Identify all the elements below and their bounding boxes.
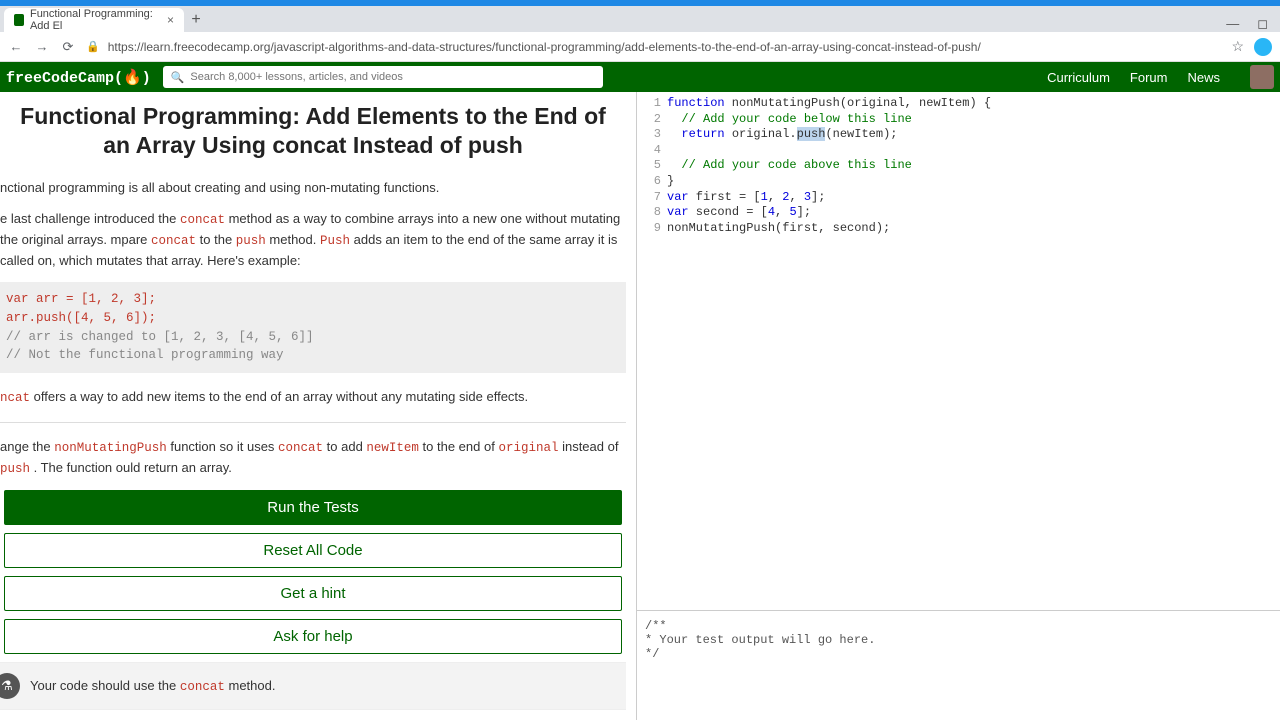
nav-forum[interactable]: Forum xyxy=(1130,70,1168,85)
new-tab-button[interactable]: + xyxy=(184,8,208,32)
search-input[interactable] xyxy=(190,71,594,83)
page-title: Functional Programming: Add Elements to … xyxy=(0,102,626,172)
window-controls: — ◻ xyxy=(1226,16,1280,32)
test-list: ⚗Your code should use the concat method.… xyxy=(0,662,626,720)
tab-favicon xyxy=(14,14,24,26)
ask-help-button[interactable]: Ask for help xyxy=(4,619,622,654)
lesson-panel: Functional Programming: Add Elements to … xyxy=(0,92,636,720)
code-example: var arr = [1, 2, 3]; arr.push([4, 5, 6])… xyxy=(0,282,626,373)
nav-curriculum[interactable]: Curriculum xyxy=(1047,70,1110,85)
browser-tabbar: Functional Programming: Add El × + — ◻ xyxy=(0,6,1280,32)
tab-title: Functional Programming: Add El xyxy=(30,8,161,32)
url-box[interactable]: 🔒 https://learn.freecodecamp.org/javascr… xyxy=(86,40,1221,54)
minimize-icon[interactable]: — xyxy=(1226,16,1239,32)
flask-icon: ⚗ xyxy=(0,673,20,699)
reload-icon[interactable]: ⟳ xyxy=(60,39,76,55)
site-search[interactable]: 🔍 xyxy=(163,66,603,88)
run-tests-button[interactable]: Run the Tests xyxy=(4,490,622,525)
test-item: ⚗Your code should use the concat method. xyxy=(0,662,626,709)
lesson-paragraph: nctional programming is all about creati… xyxy=(0,178,626,198)
reset-code-button[interactable]: Reset All Code xyxy=(4,533,622,568)
line-gutter: 123456789 xyxy=(637,96,667,610)
test-item: ⚗Your code should not use the push metho… xyxy=(0,709,626,720)
site-header: freeCodeCamp(🔥) 🔍 Curriculum Forum News xyxy=(0,62,1280,92)
lesson-paragraph: e last challenge introduced the concat m… xyxy=(0,209,626,270)
bookmark-star-icon[interactable]: ☆ xyxy=(1231,38,1244,55)
profile-icon[interactable] xyxy=(1254,38,1272,56)
lesson-paragraph: ncat offers a way to add new items to th… xyxy=(0,387,626,408)
nav-news[interactable]: News xyxy=(1187,70,1220,85)
browser-tab[interactable]: Functional Programming: Add El × xyxy=(4,8,184,32)
lock-icon: 🔒 xyxy=(86,40,100,53)
search-icon: 🔍 xyxy=(171,71,185,84)
code-editor[interactable]: 123456789 function nonMutatingPush(origi… xyxy=(637,92,1280,610)
address-bar: ← → ⟳ 🔒 https://learn.freecodecamp.org/j… xyxy=(0,32,1280,62)
back-icon[interactable]: ← xyxy=(8,39,24,55)
forward-icon[interactable]: → xyxy=(34,39,50,55)
avatar[interactable] xyxy=(1250,65,1274,89)
url-text: https://learn.freecodecamp.org/javascrip… xyxy=(108,40,981,54)
get-hint-button[interactable]: Get a hint xyxy=(4,576,622,611)
lesson-paragraph: ange the nonMutatingPush function so it … xyxy=(0,437,626,479)
code-area[interactable]: function nonMutatingPush(original, newIt… xyxy=(667,96,1280,610)
close-icon[interactable]: × xyxy=(167,13,174,27)
brand-logo[interactable]: freeCodeCamp(🔥) xyxy=(6,68,151,87)
maximize-icon[interactable]: ◻ xyxy=(1257,16,1268,32)
output-console: /** * Your test output will go here. */ xyxy=(637,610,1280,720)
